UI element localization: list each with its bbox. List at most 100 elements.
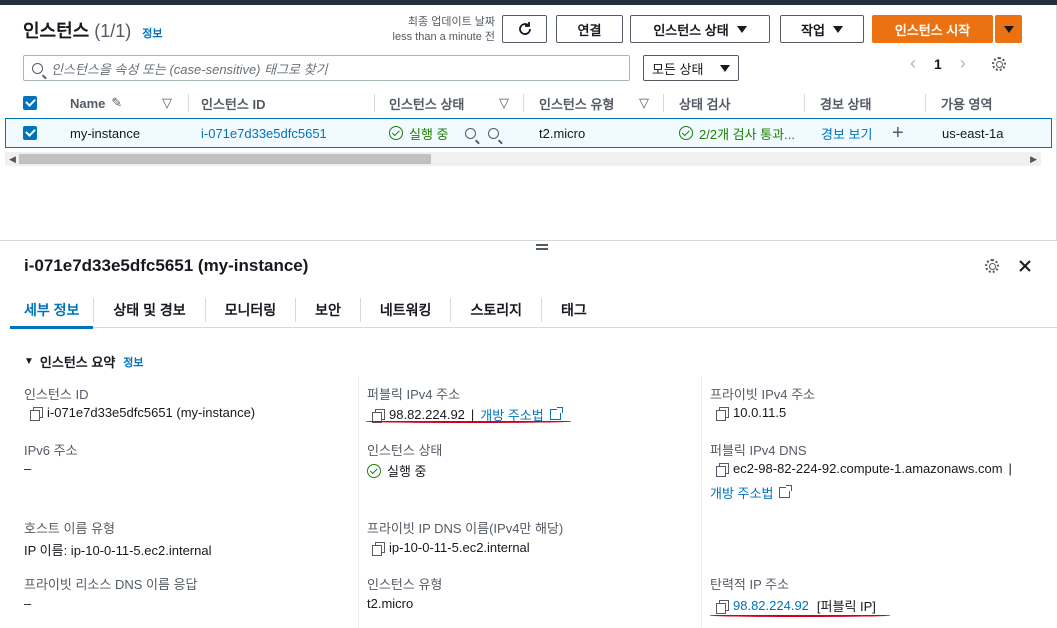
private-dns-value: ip-10-0-11-5.ec2.internal: [372, 540, 530, 556]
col-alarm-status[interactable]: 경보 상태: [820, 94, 871, 113]
copy-icon[interactable]: [716, 406, 729, 421]
chevron-left-icon[interactable]: ‹: [910, 53, 916, 74]
instance-type-label: 인스턴스 유형: [367, 577, 443, 592]
private-dns-label: 프라이빗 IP DNS 이름(IPv4만 해당): [367, 521, 564, 536]
hostname-type-value: IP 이름: ip-10-0-11-5.ec2.internal: [24, 543, 212, 558]
caret-down-icon: [736, 25, 747, 33]
scrollbar-thumb[interactable]: [19, 154, 431, 164]
page-title: 인스턴스 (1/1) 정보: [23, 21, 163, 41]
open-address-link[interactable]: 개방 주소법: [710, 483, 773, 502]
public-ipv4-label: 퍼블릭 IPv4 주소: [367, 387, 461, 402]
sort-icon[interactable]: ▽: [162, 95, 172, 111]
refresh-icon: [518, 22, 531, 35]
private-ipv4-value: 10.0.11.5: [716, 405, 786, 421]
table-header: Name ✎ ▽ 인스턴스 ID 인스턴스 상태 ▽ 인스턴스 유형 ▽ 상태 검…: [5, 89, 1052, 117]
state-label: 인스턴스 상태: [367, 443, 443, 458]
resize-handle-icon[interactable]: [536, 244, 548, 250]
page-number[interactable]: 1: [934, 56, 942, 72]
col-instance-id[interactable]: 인스턴스 ID: [201, 94, 265, 113]
tab-details[interactable]: 세부 정보: [10, 297, 95, 329]
column-divider: [358, 376, 359, 628]
open-address-row: 개방 주소법: [710, 483, 793, 502]
section-header[interactable]: ▼ 인스턴스 요약 정보: [24, 352, 144, 371]
instance-type-value: t2.micro: [367, 596, 414, 611]
detail-tabs: 세부 정보 상태 및 경보 모니터링 보안 네트워킹 스토리지 태그: [10, 292, 1057, 329]
check-circle-icon: [367, 463, 381, 478]
gear-icon[interactable]: [985, 259, 999, 273]
resource-dns-value: –: [24, 596, 32, 611]
col-status-check[interactable]: 상태 검사: [679, 94, 730, 113]
scroll-left-icon[interactable]: ◀: [9, 154, 16, 165]
ipv6-label: IPv6 주소: [24, 443, 78, 458]
tab-storage[interactable]: 스토리지: [451, 297, 542, 322]
gear-icon[interactable]: [991, 56, 1006, 71]
row-name: my-instance: [70, 125, 141, 141]
caret-down-icon: [1003, 25, 1014, 33]
instance-id-value: i-071e7d33e5dfc5651 (my-instance): [30, 405, 255, 421]
column-divider: [701, 376, 702, 628]
tab-monitoring[interactable]: 모니터링: [206, 297, 297, 322]
resource-dns-label: 프라이빗 리소스 DNS 이름 응답: [24, 577, 198, 592]
public-dns-value: ec2-98-82-224-92.compute-1.amazonaws.com…: [716, 461, 1012, 477]
ipv6-value: –: [24, 461, 32, 476]
last-updated: 최종 업데이트 날짜 less than a minute 전: [392, 16, 495, 43]
red-underline: [710, 614, 890, 617]
close-icon[interactable]: [1018, 259, 1032, 273]
split-divider: [0, 240, 1057, 241]
actions-button[interactable]: 작업: [780, 15, 864, 43]
state-filter-select[interactable]: 모든 상태: [643, 55, 739, 81]
pagination: ‹ 1 ›: [910, 53, 1006, 74]
copy-icon[interactable]: [372, 541, 385, 556]
copy-icon[interactable]: [716, 462, 729, 477]
external-link-icon: [549, 407, 563, 420]
copy-icon[interactable]: [372, 408, 385, 423]
copy-icon[interactable]: [716, 599, 729, 614]
hostname-type-label: 호스트 이름 유형: [24, 521, 115, 536]
row-checkbox[interactable]: [23, 126, 37, 140]
zoom-out-icon[interactable]: [487, 127, 499, 139]
plus-icon[interactable]: +: [892, 122, 904, 145]
public-dns-label: 퍼블릭 IPv4 DNS: [710, 443, 807, 458]
instances-panel: 인스턴스 (1/1) 정보 최종 업데이트 날짜 less than a min…: [5, 5, 1057, 240]
eip-label: 탄력적 IP 주소: [710, 577, 790, 592]
row-type: t2.micro: [539, 125, 586, 141]
eip-link[interactable]: 98.82.224.92: [733, 598, 809, 613]
row-instance-id-link[interactable]: i-071e7d33e5dfc5651: [201, 126, 327, 141]
scroll-right-icon[interactable]: ▶: [1030, 154, 1037, 165]
caret-down-icon: ▼: [24, 356, 34, 367]
tab-status-alarms[interactable]: 상태 및 경보: [94, 297, 206, 322]
search-input[interactable]: 인스턴스을 속성 또는 (case-sensitive) 태그로 찾기: [23, 55, 630, 81]
info-link[interactable]: 정보: [142, 28, 162, 40]
sort-icon[interactable]: ▽: [499, 95, 509, 111]
caret-down-icon: [832, 25, 843, 33]
select-all-checkbox[interactable]: [23, 96, 37, 110]
col-name[interactable]: Name ✎: [70, 95, 122, 111]
private-ipv4-label: 프라이빗 IPv4 주소: [710, 387, 815, 402]
launch-options-button[interactable]: [995, 15, 1022, 43]
copy-icon[interactable]: [30, 406, 43, 421]
horizontal-scrollbar[interactable]: ◀ ▶: [5, 152, 1041, 166]
chevron-right-icon[interactable]: ›: [960, 53, 966, 74]
tab-security[interactable]: 보안: [296, 297, 361, 322]
detail-title: i-071e7d33e5dfc5651 (my-instance): [24, 256, 309, 275]
tab-networking[interactable]: 네트워킹: [361, 297, 452, 322]
search-icon: [32, 62, 43, 74]
external-link-icon: [779, 485, 793, 498]
caret-down-icon: [720, 64, 730, 72]
row-az: us-east-1a: [942, 125, 1004, 141]
info-link[interactable]: 정보: [123, 354, 143, 370]
tab-tags[interactable]: 태그: [542, 298, 606, 322]
refresh-button[interactable]: [502, 15, 547, 43]
view-alarms-link[interactable]: 경보 보기: [821, 124, 872, 143]
check-circle-icon: [389, 126, 403, 140]
launch-instance-button[interactable]: 인스턴스 시작: [872, 15, 993, 43]
col-instance-state[interactable]: 인스턴스 상태: [389, 94, 464, 113]
instance-state-button[interactable]: 인스턴스 상태: [630, 15, 770, 43]
state-value: 실행 중: [367, 461, 427, 480]
col-instance-type[interactable]: 인스턴스 유형: [539, 94, 614, 113]
col-availability-zone[interactable]: 가용 영역: [941, 94, 992, 113]
zoom-in-icon[interactable]: [464, 127, 476, 139]
connect-button[interactable]: 연결: [556, 15, 623, 43]
sort-icon[interactable]: ▽: [639, 95, 649, 111]
table-row[interactable]: my-instance i-071e7d33e5dfc5651 실행 중 t2.…: [5, 118, 1052, 148]
